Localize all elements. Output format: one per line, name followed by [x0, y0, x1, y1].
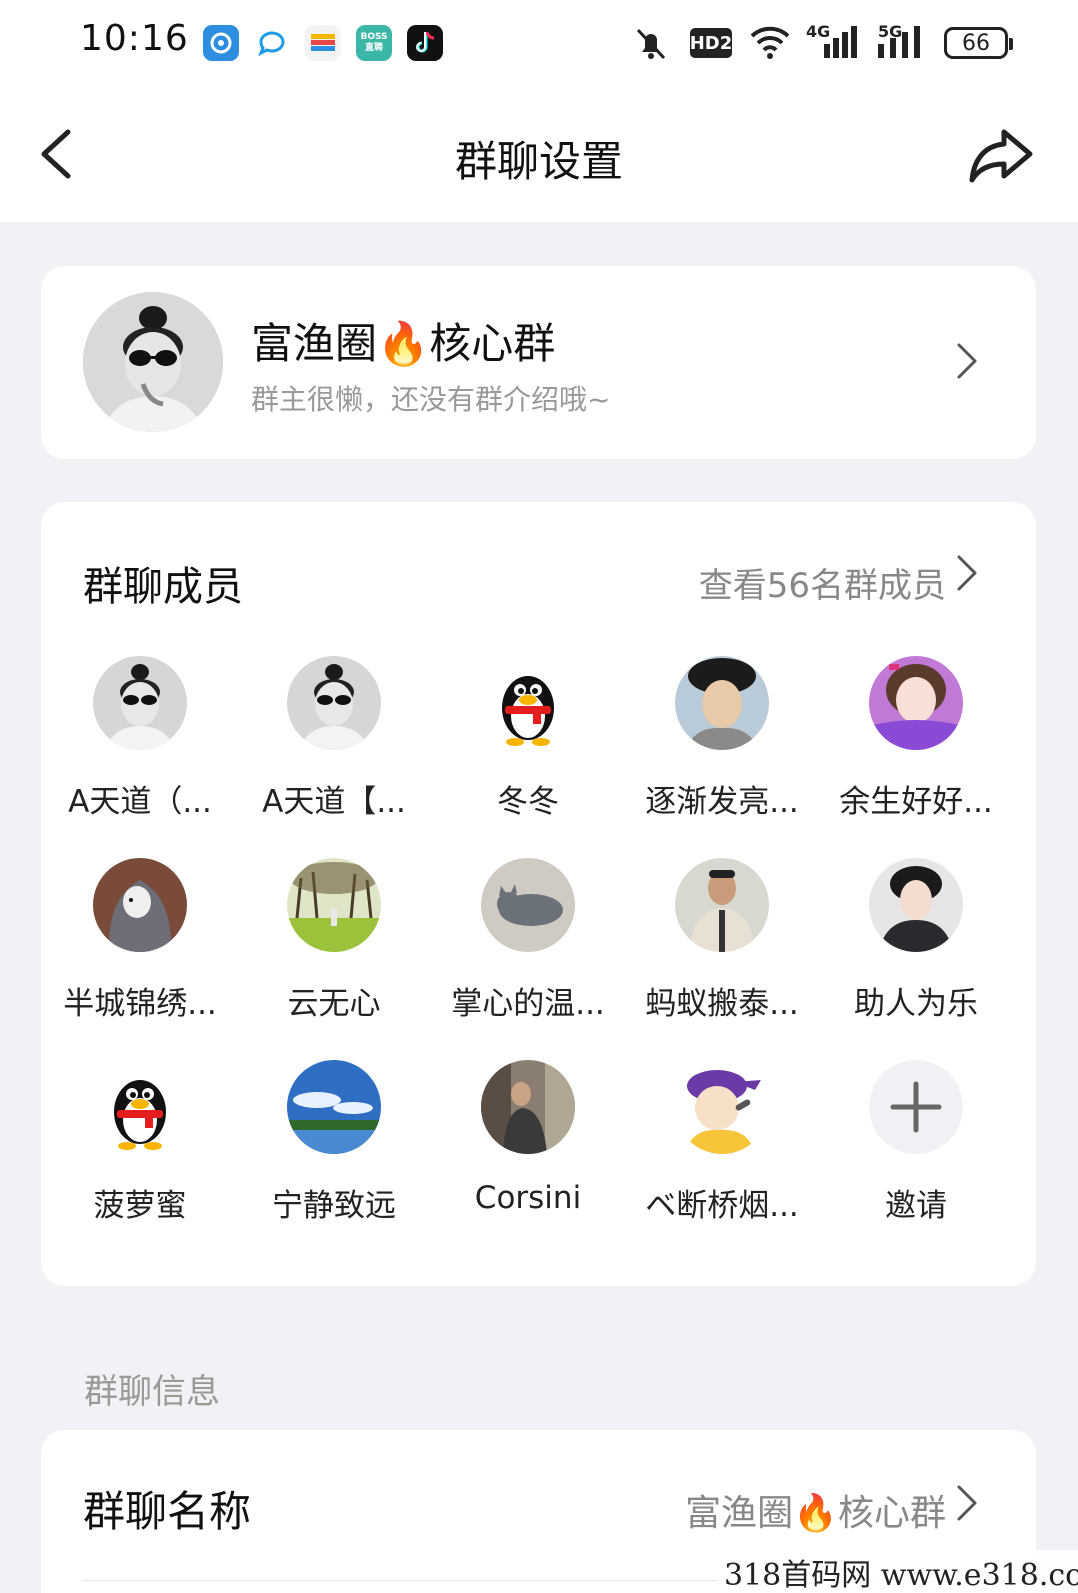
member-avatar — [93, 656, 187, 750]
member-name: 掌心的温... — [451, 986, 605, 1022]
member-item[interactable]: 余生好好... — [826, 656, 1006, 821]
boss-sub-label: 直聘 — [364, 43, 383, 53]
member-avatar — [287, 656, 381, 750]
member-avatar — [675, 656, 769, 750]
member-item[interactable]: A天道（... — [50, 656, 230, 821]
member-item[interactable]: 逐渐发亮... — [632, 656, 812, 821]
member-name: 冬冬 — [497, 784, 559, 820]
wallet-icon — [305, 25, 341, 61]
member-name: 宁静致远 — [272, 1188, 396, 1224]
member-avatar — [93, 1060, 187, 1154]
boss-label: BOSS — [360, 32, 388, 42]
member-item[interactable]: 宁静致远 — [244, 1060, 424, 1225]
chat-bubble-icon — [254, 25, 290, 61]
status-bar: 10:16 BOSS 直聘 HD2 4G 5G 66 — [0, 0, 1078, 88]
member-item[interactable]: 菠萝蜜 — [50, 1060, 230, 1225]
member-name: Corsini — [474, 1180, 582, 1216]
share-icon — [969, 129, 1033, 183]
group-profile-card[interactable]: 富渔圈🔥核心群 群主很懒，还没有群介绍哦~ — [41, 266, 1036, 459]
chevron-right-icon[interactable] — [956, 554, 978, 592]
group-name-value: 富渔圈🔥核心群 — [685, 1493, 946, 1534]
member-name: 余生好好... — [839, 784, 993, 820]
group-avatar — [83, 292, 223, 432]
member-avatar — [93, 858, 187, 952]
member-name: 逐渐发亮... — [645, 784, 799, 820]
member-item[interactable]: 助人为乐 — [826, 858, 1006, 1023]
member-avatar — [481, 858, 575, 952]
battery-icon: 66 — [944, 27, 1013, 59]
share-button[interactable] — [968, 126, 1034, 186]
member-avatar — [481, 656, 575, 750]
group-name: 富渔圈🔥核心群 — [251, 319, 556, 368]
member-avatar — [675, 858, 769, 952]
nav-bar: 群聊设置 — [0, 88, 1078, 222]
member-avatar — [869, 656, 963, 750]
members-card: 群聊成员 查看56名群成员 A天道（... A天道【... 冬冬 逐渐发亮... 余生好… — [41, 502, 1036, 1286]
member-name: A天道【... — [262, 784, 406, 820]
member-item[interactable]: 云无心 — [244, 858, 424, 1023]
chevron-right-icon — [957, 343, 977, 379]
member-item[interactable]: 半城锦绣... — [50, 858, 230, 1023]
member-name: ベ断桥烟... — [645, 1188, 799, 1224]
tiktok-icon — [407, 25, 443, 61]
group-name-label: 群聊名称 — [83, 1487, 252, 1536]
status-time: 10:16 — [80, 18, 189, 59]
member-avatar — [481, 1060, 575, 1154]
chevron-right-icon — [957, 1485, 977, 1521]
group-description: 群主很懒，还没有群介绍哦~ — [251, 383, 611, 416]
member-item[interactable]: 掌心的温... — [438, 858, 618, 1023]
wifi-icon — [750, 24, 790, 64]
battery-level: 66 — [962, 30, 990, 56]
member-item[interactable]: 冬冬 — [438, 656, 618, 821]
member-name: 蚂蚁搬泰... — [645, 986, 799, 1022]
group-info-section-label: 群聊信息 — [84, 1372, 220, 1412]
member-avatar — [869, 858, 963, 952]
invite-label: 邀请 — [885, 1188, 947, 1224]
member-name: 半城锦绣... — [63, 986, 217, 1022]
invite-button[interactable]: 邀请 — [826, 1060, 1006, 1225]
browser-icon — [203, 25, 239, 61]
member-name: 云无心 — [287, 986, 381, 1022]
member-item[interactable]: Corsini — [438, 1060, 618, 1216]
view-all-members-link[interactable]: 查看56名群成员 — [699, 558, 946, 607]
plus-icon — [869, 1060, 963, 1154]
member-name: 助人为乐 — [854, 986, 978, 1022]
page-title: 群聊设置 — [454, 137, 623, 186]
hd-label: HD2 — [689, 32, 733, 54]
member-avatar — [675, 1060, 769, 1154]
member-name: A天道（... — [68, 784, 212, 820]
signal-5g-icon: 5G — [874, 22, 930, 62]
member-name: 菠萝蜜 — [93, 1188, 187, 1224]
member-item[interactable]: A天道【... — [244, 656, 424, 821]
members-title: 群聊成员 — [83, 564, 243, 610]
member-avatar — [287, 1060, 381, 1154]
mute-bell-icon — [634, 26, 668, 66]
boss-zhipin-icon: BOSS 直聘 — [356, 25, 392, 61]
member-avatar — [287, 858, 381, 952]
member-item[interactable]: 蚂蚁搬泰... — [632, 858, 812, 1023]
member-item[interactable]: ベ断桥烟... — [632, 1060, 812, 1225]
watermark: 318首码网 www.e318.com — [718, 1550, 1078, 1593]
hd-icon: HD2 — [690, 28, 732, 58]
signal-4g-icon: 4G — [800, 22, 860, 62]
